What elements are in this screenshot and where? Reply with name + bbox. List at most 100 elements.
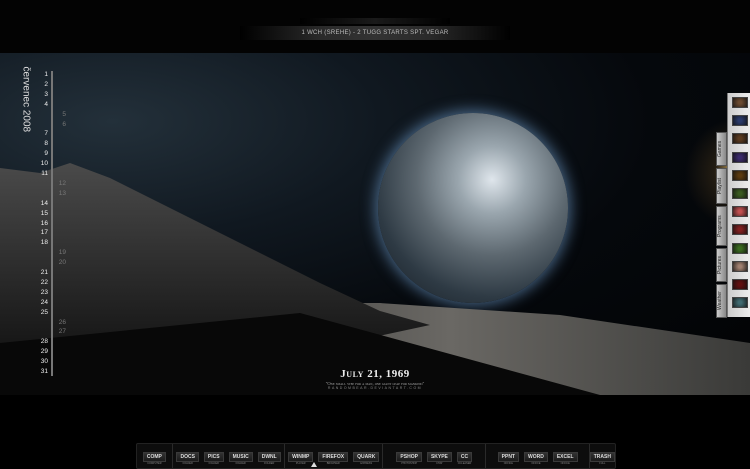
- dock-button-label: PICS: [203, 452, 224, 462]
- top-decoration: [300, 18, 450, 24]
- calendar-month[interactable]: červenec 2008: [21, 67, 32, 147]
- picture-thumbnail[interactable]: [732, 97, 748, 108]
- dock-button-excel[interactable]: EXCEL OFFICE: [552, 452, 578, 465]
- dock-button-sublabel: OFFICE: [531, 462, 541, 465]
- calendar-day[interactable]: 17: [34, 229, 48, 236]
- calendar-day[interactable]: 12: [52, 180, 66, 187]
- dock-button-sublabel: OFFICE: [560, 462, 570, 465]
- calendar-day[interactable]: 4: [34, 101, 48, 108]
- dock: COMP COMPUTER DOCS FOLDER PICS FOLDER MUSIC FOL…: [136, 443, 616, 469]
- calendar-day[interactable]: 14: [34, 200, 48, 207]
- picture-thumbnail[interactable]: [732, 279, 748, 290]
- picture-thumbnail[interactable]: [732, 115, 748, 127]
- picture-thumbnail[interactable]: [732, 188, 748, 199]
- dock-button-dwnl[interactable]: DWNL FOLDER: [257, 452, 281, 465]
- calendar-day[interactable]: 26: [52, 319, 66, 326]
- calendar-day[interactable]: 24: [34, 299, 48, 306]
- calendar-day[interactable]: 2: [34, 81, 48, 88]
- calendar-day[interactable]: 29: [34, 348, 48, 355]
- dock-group: WINMP PLAYER FIREFOX BROWSER QUARK EXPRESS: [285, 444, 384, 468]
- dock-group: COMP COMPUTER: [137, 444, 173, 468]
- picture-thumbnail[interactable]: [732, 151, 748, 163]
- dock-button-sublabel: FOLDER: [182, 462, 193, 465]
- dock-button-cc[interactable]: CC CCLEANER: [456, 452, 473, 465]
- dock-button-label: FIREFOX: [318, 452, 349, 462]
- side-tab[interactable]: Playlist: [716, 168, 727, 204]
- dock-button-label: PSHOP: [396, 452, 422, 462]
- caption-date: July 21, 1969: [340, 368, 410, 380]
- dock-group: PSHOP PHOTOSHOP SKYPE CHAT CC CCLEANER: [383, 444, 487, 468]
- picture-thumbnail[interactable]: [732, 169, 748, 181]
- calendar-day[interactable]: 3: [34, 91, 48, 98]
- calendar-day[interactable]: 25: [34, 309, 48, 316]
- calendar-day[interactable]: 18: [34, 239, 48, 246]
- side-tab[interactable]: Programs: [716, 206, 727, 246]
- dock-button-firefox[interactable]: FIREFOX BROWSER: [318, 452, 349, 465]
- dock-button-label: WINMP: [288, 452, 314, 462]
- dock-button-sublabel: FOLDER: [208, 462, 219, 465]
- dock-button-winmp[interactable]: WINMP PLAYER: [288, 452, 314, 465]
- dock-button-sublabel: OFFICE: [503, 462, 513, 465]
- calendar-day[interactable]: 30: [34, 358, 48, 365]
- picture-sidebar: [727, 93, 750, 317]
- calendar-day[interactable]: 5: [52, 111, 66, 118]
- calendar-day[interactable]: 6: [52, 121, 66, 128]
- dock-button-label: TRASH: [589, 452, 615, 462]
- calendar-day[interactable]: 16: [34, 220, 48, 227]
- picture-thumbnail[interactable]: [732, 242, 748, 254]
- picture-thumbnail[interactable]: [732, 133, 748, 145]
- dock-button-quark[interactable]: QUARK EXPRESS: [353, 452, 380, 465]
- dock-button-label: PPNT: [497, 452, 519, 462]
- dock-button-sublabel: PHOTOSHOP: [401, 462, 418, 465]
- dock-button-sublabel: CHAT: [436, 462, 443, 465]
- caption-credit: RANDOMBEAR.DEVIANTART.COM: [327, 386, 423, 390]
- dock-button-label: COMP: [142, 452, 166, 462]
- calendar-day[interactable]: 21: [34, 269, 48, 276]
- calendar-day[interactable]: 13: [52, 190, 66, 197]
- calendar-day[interactable]: 28: [34, 338, 48, 345]
- calendar-day[interactable]: 22: [34, 279, 48, 286]
- moon-surface: [0, 163, 750, 395]
- side-tab[interactable]: Weather: [716, 284, 727, 318]
- dock-button-word[interactable]: WORD OFFICE: [524, 452, 548, 465]
- dock-button-pshop[interactable]: PSHOP PHOTOSHOP: [396, 452, 422, 465]
- calendar-day[interactable]: 1: [34, 71, 48, 78]
- dock-button-label: EXCEL: [552, 452, 578, 462]
- active-indicator-icon: [311, 462, 317, 467]
- calendar-day[interactable]: 23: [34, 289, 48, 296]
- calendar-day[interactable]: 7: [34, 130, 48, 137]
- top-info-text: 1 WCH (SREHE) - 2 TUGG STARTS SPT. VEGAR: [240, 26, 510, 40]
- calendar-day[interactable]: 9: [34, 150, 48, 157]
- calendar-day[interactable]: 8: [34, 140, 48, 147]
- dock-button-comp[interactable]: COMP COMPUTER: [142, 452, 166, 465]
- calendar-day[interactable]: 19: [52, 249, 66, 256]
- picture-thumbnail[interactable]: [732, 260, 748, 272]
- dock-button-sublabel: COMPUTER: [147, 462, 162, 465]
- dock-button-pics[interactable]: PICS FOLDER: [203, 452, 224, 465]
- side-tab[interactable]: Games: [716, 132, 727, 166]
- dock-button-label: MUSIC: [228, 452, 253, 462]
- picture-thumbnail[interactable]: [732, 206, 748, 218]
- picture-thumbnail[interactable]: [732, 224, 748, 236]
- calendar-day[interactable]: 15: [34, 210, 48, 217]
- wallpaper-caption: July 21, 1969 "One small step for a man,…: [290, 368, 460, 390]
- calendar-day[interactable]: 27: [52, 328, 66, 335]
- calendar-day[interactable]: 10: [34, 160, 48, 167]
- dock-button-ppnt[interactable]: PPNT OFFICE: [497, 452, 519, 465]
- dock-button-trash[interactable]: TRASH FULL: [589, 452, 615, 465]
- dock-button-sublabel: PLAYER: [295, 462, 306, 465]
- calendar-day[interactable]: 11: [34, 170, 48, 177]
- picture-thumbnail[interactable]: [732, 297, 748, 309]
- calendar-widget: červenec 2008 1 2 3 4 5 6 7 8 9 10 11 12 13 14 15 16 17 1…: [21, 67, 74, 376]
- dock-group: TRASH FULL: [589, 444, 615, 468]
- dock-button-skype[interactable]: SKYPE CHAT: [426, 452, 452, 465]
- dock-group: PPNT OFFICE WORD OFFICE EXCEL OFFICE: [486, 444, 590, 468]
- dock-button-sublabel: BROWSER: [326, 462, 340, 465]
- dock-button-docs[interactable]: DOCS FOLDER: [176, 452, 199, 465]
- dock-button-music[interactable]: MUSIC FOLDER: [228, 452, 253, 465]
- dock-button-sublabel: EXPRESS: [360, 462, 373, 465]
- calendar-day[interactable]: 31: [34, 368, 48, 375]
- dock-button-label: DWNL: [257, 452, 281, 462]
- side-tab[interactable]: Pictures: [716, 248, 727, 282]
- calendar-day[interactable]: 20: [52, 259, 66, 266]
